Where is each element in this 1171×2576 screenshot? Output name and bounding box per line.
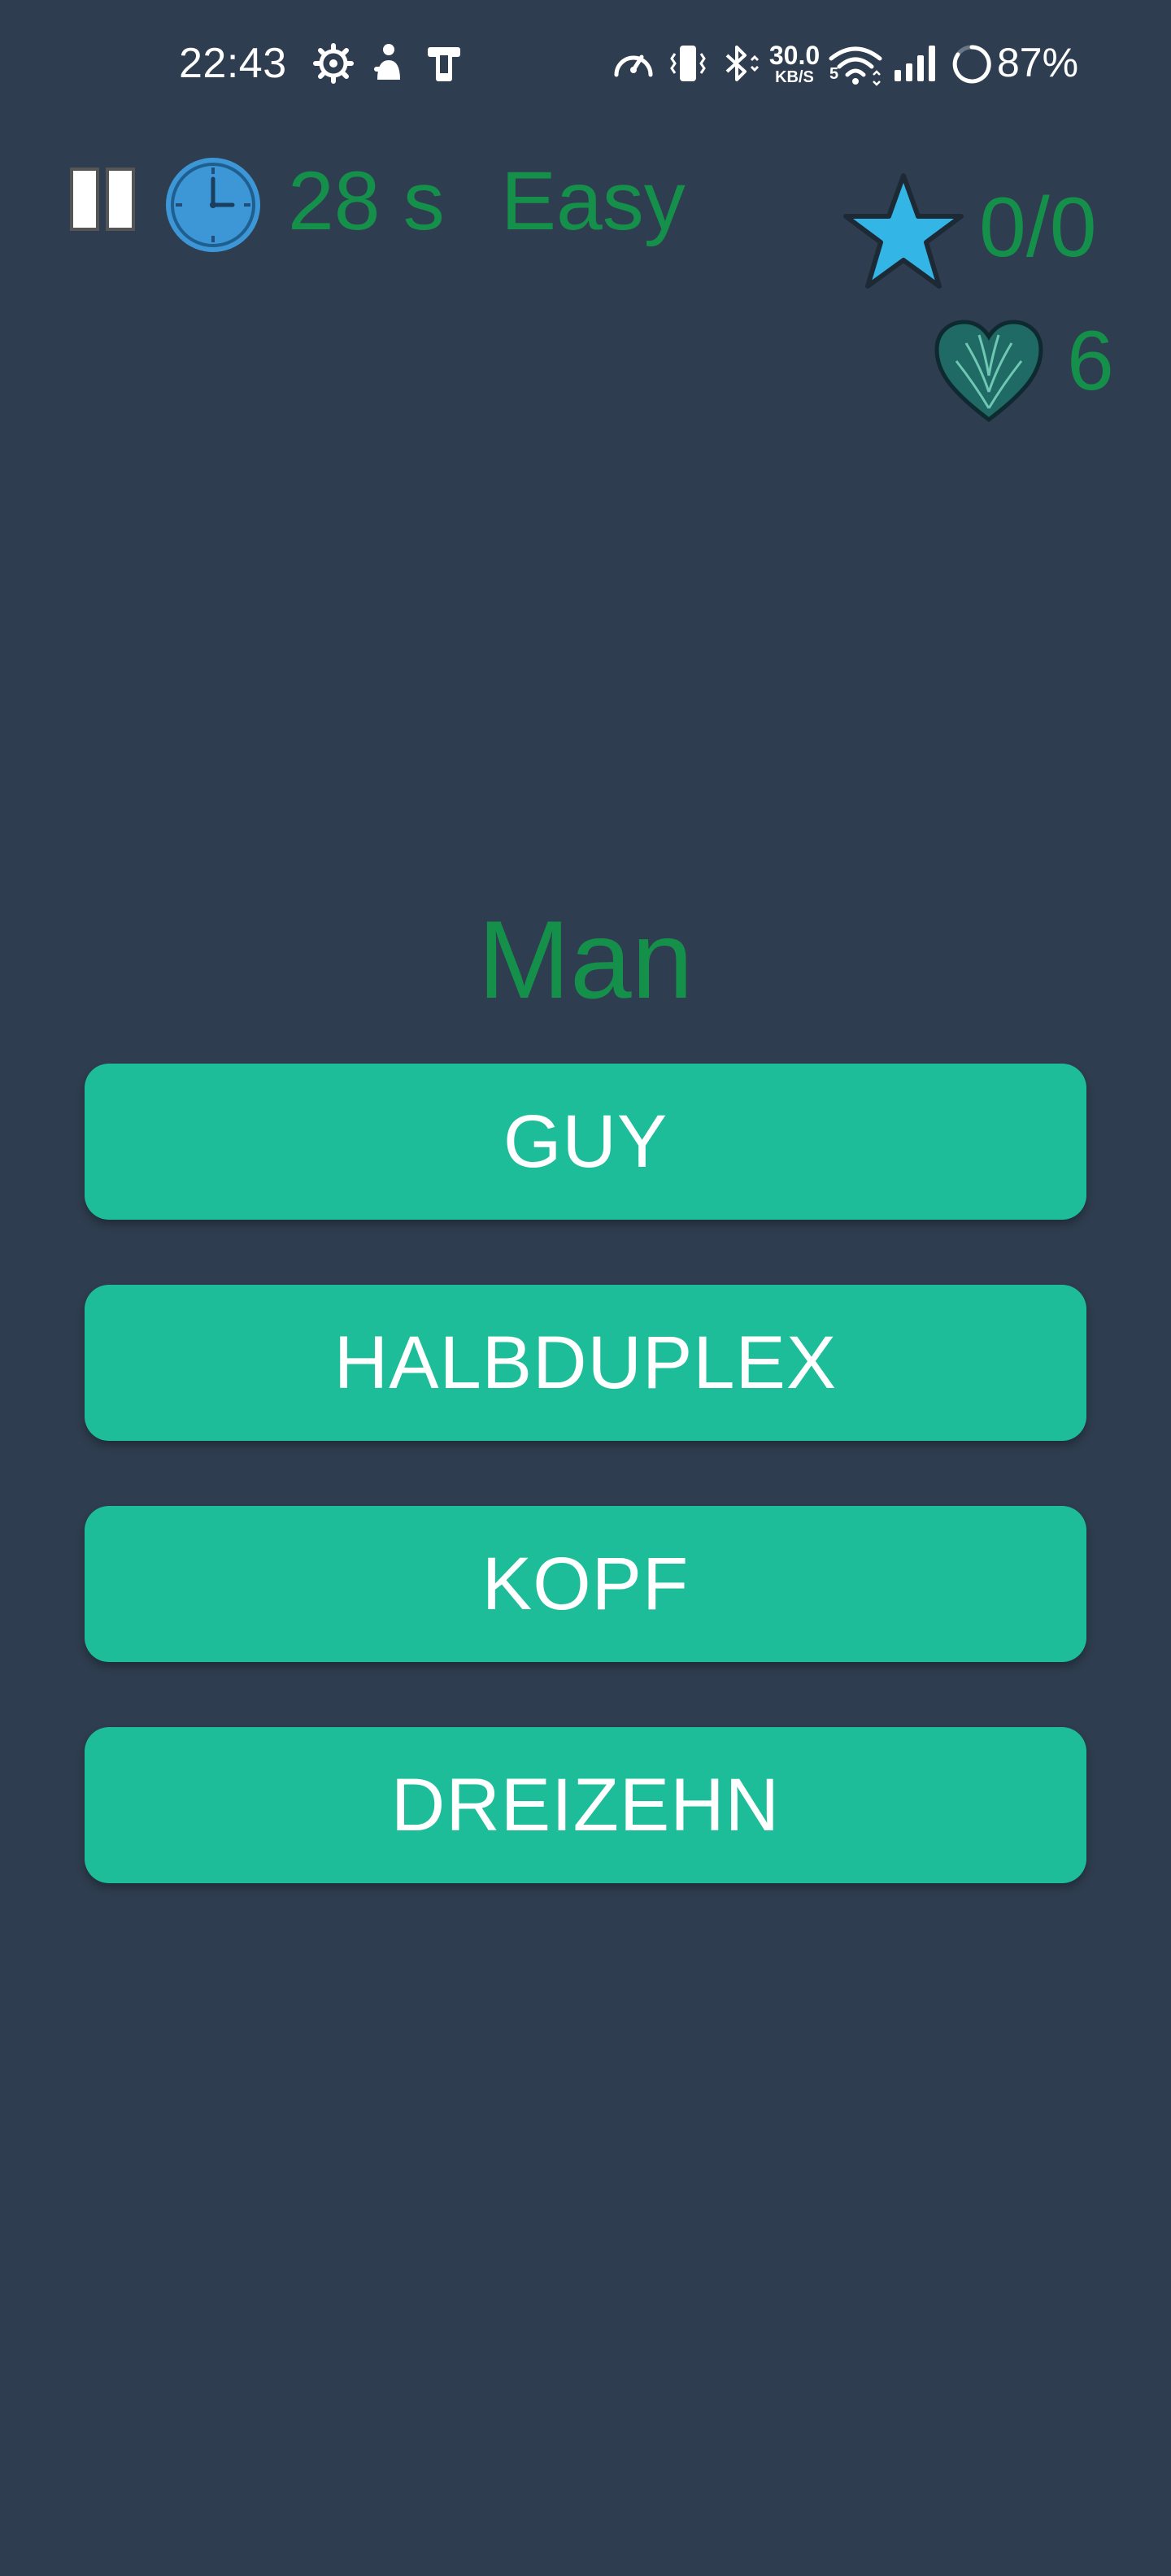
answer-button-dreizehn[interactable]: DREIZEHN bbox=[85, 1727, 1086, 1883]
question-word: Man bbox=[477, 898, 694, 1021]
answer-button-kopf[interactable]: KOPF bbox=[85, 1506, 1086, 1662]
status-bar: 22:43 30.0 KB/S 5 87% bbox=[0, 0, 1171, 130]
lives-count: 6 bbox=[1067, 314, 1114, 408]
answer-button-halbduplex[interactable]: HALBDUPLEX bbox=[85, 1285, 1086, 1441]
pause-icon bbox=[70, 168, 135, 231]
timer-display: 28 s bbox=[288, 154, 445, 247]
vibrate-icon bbox=[670, 46, 706, 81]
clock-icon bbox=[166, 158, 260, 252]
signal-icon bbox=[895, 46, 935, 81]
answer-label: HALBDUPLEX bbox=[333, 1321, 838, 1404]
status-time: 22:43 bbox=[179, 40, 287, 87]
answer-label: GUY bbox=[503, 1099, 668, 1183]
accessibility-icon bbox=[374, 44, 400, 80]
heart-icon bbox=[934, 320, 1043, 423]
bluetooth-icon bbox=[725, 46, 760, 81]
answer-label: DREIZEHN bbox=[390, 1763, 781, 1847]
battery-percent: 87% bbox=[997, 40, 1079, 85]
star-icon bbox=[843, 173, 964, 289]
battery-ring-icon bbox=[952, 45, 991, 84]
wifi-generation-label: 5 bbox=[829, 65, 839, 83]
settings-gear-icon bbox=[313, 43, 354, 84]
network-speed: 30.0 KB/S bbox=[766, 42, 823, 85]
pause-button[interactable] bbox=[70, 168, 138, 233]
difficulty-level: Easy bbox=[501, 154, 686, 247]
network-speed-value: 30.0 bbox=[768, 41, 821, 70]
network-speed-unit: KB/S bbox=[775, 68, 814, 86]
phone-device-icon bbox=[428, 47, 460, 81]
answer-label: KOPF bbox=[481, 1542, 690, 1625]
speedometer-icon bbox=[614, 54, 653, 77]
score-display: 0/0 bbox=[979, 181, 1097, 275]
answer-button-guy[interactable]: GUY bbox=[85, 1064, 1086, 1220]
